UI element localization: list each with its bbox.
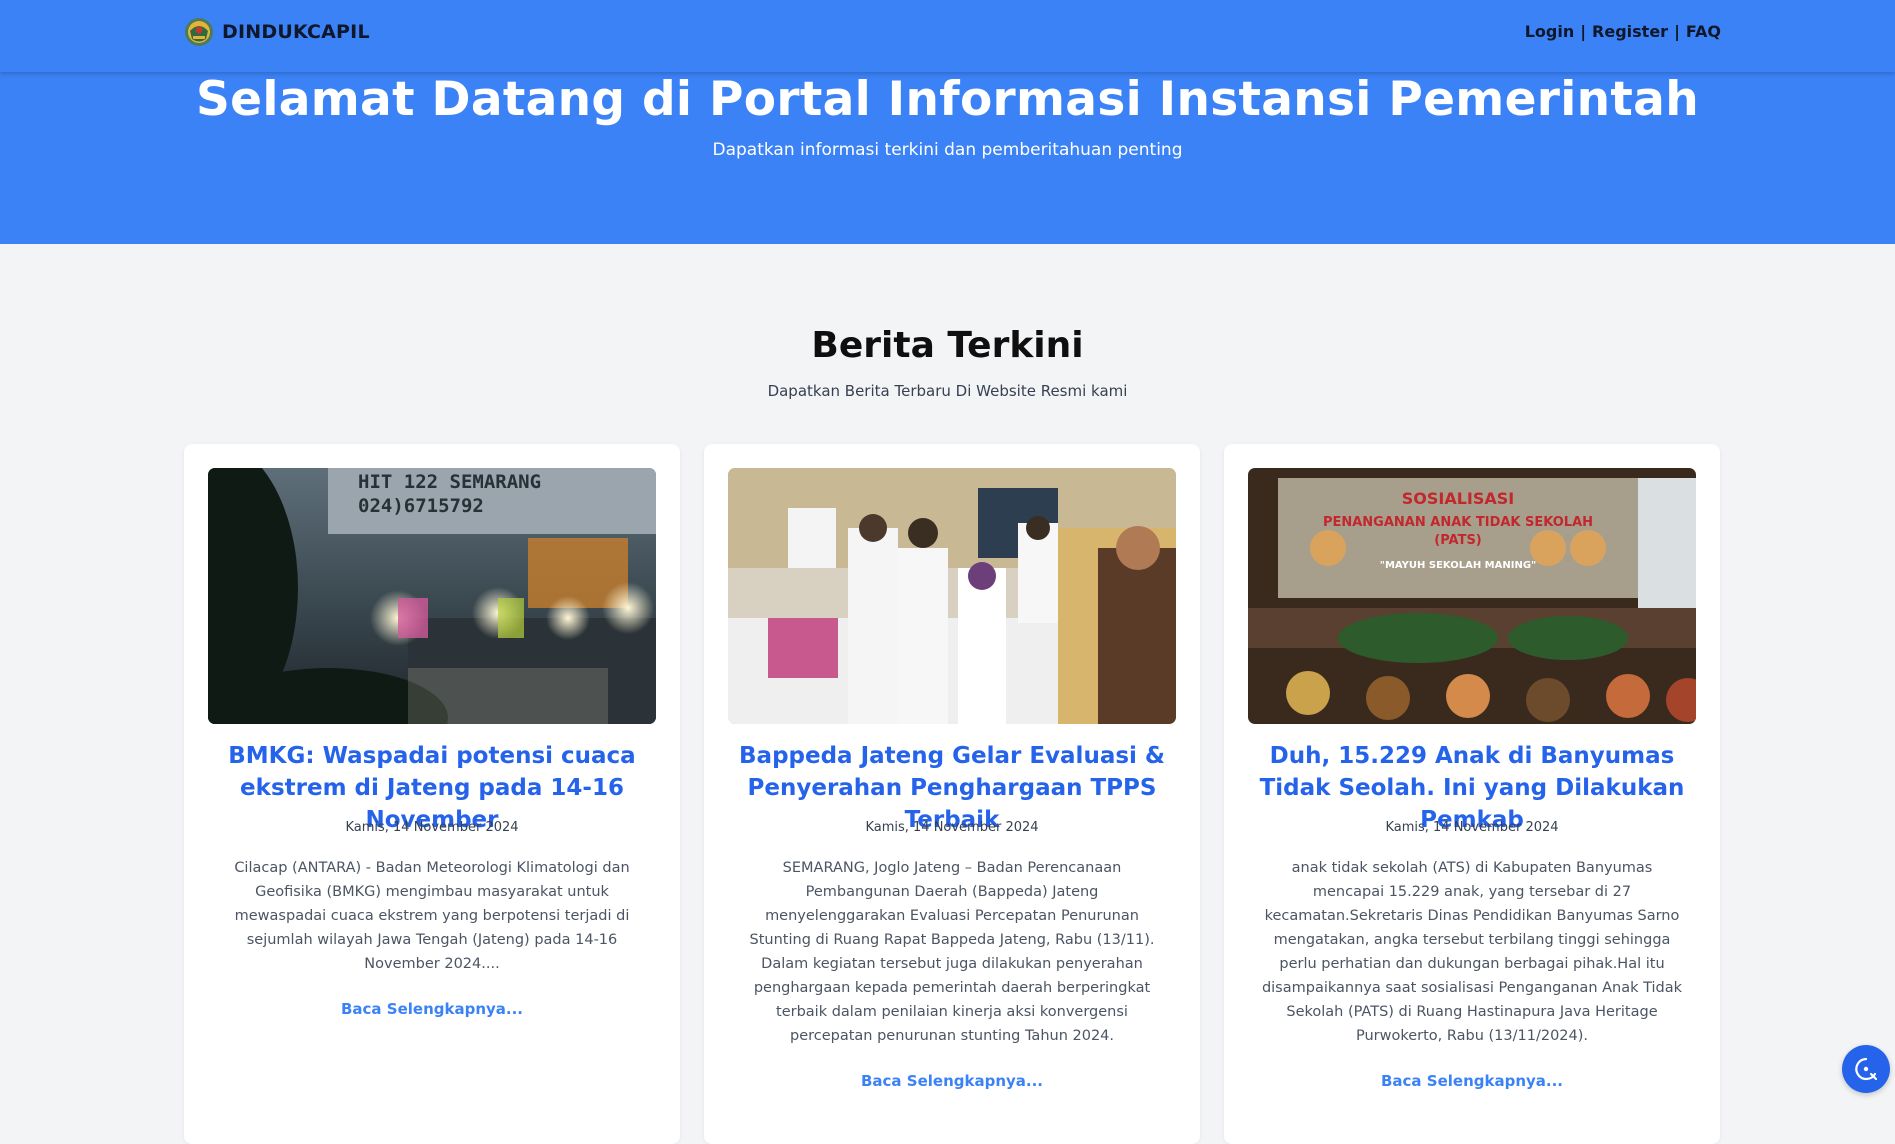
nav-links: Login | Register | FAQ: [1525, 22, 1721, 41]
news-card-excerpt: anak tidak sekolah (ATS) di Kabupaten Ba…: [1261, 860, 1683, 1044]
login-link[interactable]: Login: [1525, 22, 1575, 41]
news-section-subtitle: Dapatkan Berita Terbaru Di Website Resmi…: [767, 382, 1128, 400]
news-image-rain-traffic[interactable]: HIT 122 SEMARANG 024)6715792: [208, 468, 656, 724]
nav-separator: |: [1580, 22, 1587, 41]
news-card: SOSIALISASI PENANGANAN ANAK TIDAK SEKOLA…: [1224, 444, 1720, 1144]
news-image-socialization-event[interactable]: SOSIALISASI PENANGANAN ANAK TIDAK SEKOLA…: [1248, 468, 1696, 724]
news-card-excerpt: Cilacap (ANTARA) - Badan Meteorologi Kli…: [234, 860, 630, 972]
faq-link[interactable]: FAQ: [1686, 22, 1721, 41]
navbar: DINDUKCAPIL Login | Register | FAQ: [0, 0, 1895, 72]
news-section-title: Berita Terkini: [811, 325, 1084, 366]
register-link[interactable]: Register: [1592, 22, 1668, 41]
chat-support-button[interactable]: [1842, 1045, 1890, 1093]
read-more-link[interactable]: Baca Selengkapnya...: [728, 1072, 1176, 1090]
news-card: HIT 122 SEMARANG 024)6715792 BMKG: Waspa…: [184, 444, 680, 1144]
news-image-award-ceremony[interactable]: [728, 468, 1176, 724]
hero-subtitle: Dapatkan informasi terkini dan pemberita…: [712, 140, 1183, 160]
banner-slogan: "MAYUH SEKOLAH MANING": [1380, 560, 1537, 571]
brand[interactable]: DINDUKCAPIL: [184, 17, 370, 47]
news-card: Bappeda Jateng Gelar Evaluasi & Penyerah…: [704, 444, 1200, 1144]
image-text-line-1: HIT 122 SEMARANG: [358, 471, 541, 493]
banner-subtitle: PENANGANAN ANAK TIDAK SEKOLAH: [1323, 515, 1593, 530]
read-more-link[interactable]: Baca Selengkapnya...: [208, 1000, 656, 1018]
image-text-line-2: 024)6715792: [358, 495, 484, 517]
read-more-link[interactable]: Baca Selengkapnya...: [1248, 1072, 1696, 1090]
news-card-date: Kamis, 14 November 2024: [345, 820, 519, 835]
news-card-date: Kamis, 14 November 2024: [865, 820, 1039, 835]
banner-acronym: (PATS): [1434, 533, 1482, 548]
nav-separator: |: [1674, 22, 1680, 41]
hero-title: Selamat Datang di Portal Informasi Insta…: [196, 72, 1699, 127]
banner-title: SOSIALISASI: [1402, 489, 1515, 508]
news-card-date: Kamis, 14 November 2024: [1385, 820, 1559, 835]
coat-of-arms-icon: [185, 18, 213, 46]
brand-name: DINDUKCAPIL: [222, 21, 370, 43]
chat-support-icon: [1855, 1057, 1878, 1081]
news-card-excerpt: SEMARANG, Joglo Jateng – Badan Perencana…: [749, 860, 1155, 1044]
